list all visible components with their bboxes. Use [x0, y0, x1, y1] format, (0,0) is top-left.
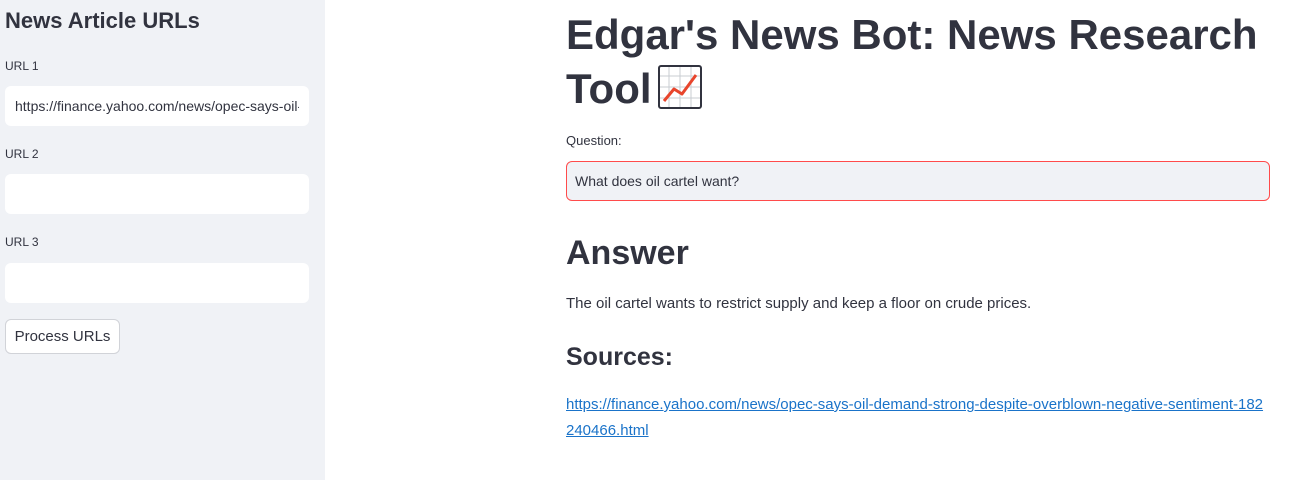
sidebar: News Article URLs URL 1 URL 2 URL 3 Proc… — [0, 0, 325, 480]
url3-label: URL 3 — [5, 235, 39, 249]
source-link[interactable]: https://finance.yahoo.com/news/opec-says… — [566, 392, 1266, 444]
sources-heading: Sources: — [566, 343, 673, 371]
question-input[interactable] — [566, 161, 1270, 201]
answer-heading: Answer — [566, 234, 689, 272]
url2-label: URL 2 — [5, 147, 39, 161]
question-label: Question: — [566, 133, 622, 148]
url2-input[interactable] — [5, 174, 309, 214]
answer-text: The oil cartel wants to restrict supply … — [566, 295, 1032, 312]
sidebar-title: News Article URLs — [5, 8, 200, 33]
process-urls-button[interactable]: Process URLs — [5, 319, 120, 354]
url1-input[interactable] — [5, 86, 309, 126]
chart-increasing-icon — [657, 65, 702, 109]
page-title: Edgar's News Bot: News Research Tool — [566, 8, 1271, 116]
url1-label: URL 1 — [5, 59, 39, 73]
url3-input[interactable] — [5, 263, 309, 303]
